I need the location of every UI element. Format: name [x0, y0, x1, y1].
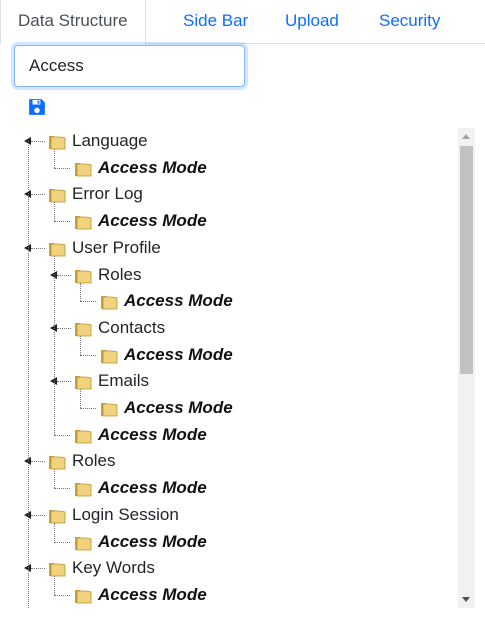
folder-icon	[74, 267, 92, 284]
tree-connector	[80, 354, 96, 356]
tree-node-label: Contacts	[98, 317, 166, 337]
tree-connector	[31, 514, 45, 516]
tree-node-label: Roles	[72, 451, 116, 471]
tree-connector	[57, 274, 71, 276]
folder-icon	[48, 453, 66, 470]
tree-connector	[54, 541, 70, 543]
tree-connector	[54, 594, 70, 596]
tree-node-label: Key Words	[72, 558, 155, 578]
scroll-up-arrow-icon[interactable]	[462, 134, 470, 139]
tab-data-structure[interactable]: Data Structure	[0, 0, 146, 45]
tree-connector	[31, 568, 45, 570]
tab-security[interactable]: Security	[362, 0, 457, 44]
tree-node-label: Access Mode	[124, 344, 233, 364]
tree-connector	[54, 469, 55, 489]
folder-icon	[48, 507, 66, 524]
scrollbar-thumb[interactable]	[460, 146, 473, 374]
tree-node-label: Login Session	[72, 504, 179, 524]
folder-icon	[48, 240, 66, 257]
tree-connector	[54, 202, 55, 222]
folder-icon	[74, 213, 92, 230]
folder-icon	[74, 373, 92, 390]
tree-scrollbar[interactable]	[458, 128, 475, 608]
tree-connector	[54, 434, 70, 436]
tree-connector	[31, 247, 45, 249]
folder-icon	[100, 400, 118, 417]
tree-connector	[31, 141, 45, 142]
tree-connector	[54, 167, 70, 169]
tree-connector	[54, 488, 70, 490]
tree-node-label: Access Mode	[98, 478, 207, 498]
tree-connector	[80, 282, 81, 302]
tree-connector	[57, 381, 71, 383]
tree-node-label: Language	[72, 131, 148, 150]
folder-icon	[48, 133, 66, 150]
tree-connector	[54, 522, 55, 542]
tree-node-label: Access Mode	[98, 531, 207, 551]
tree-node-label: Access Mode	[124, 398, 233, 417]
folder-icon	[74, 320, 92, 337]
tree-connector	[31, 194, 45, 196]
tree-node-label: Access Mode	[124, 291, 233, 311]
tree-node-label: Access Mode	[98, 211, 207, 231]
tree-connector	[80, 389, 81, 408]
tree-connector	[80, 335, 81, 355]
tab-side-bar[interactable]: Side Bar	[166, 0, 265, 44]
tree-node-label: Roles	[98, 264, 142, 284]
tree-connector	[54, 221, 70, 223]
folder-icon	[48, 186, 66, 203]
data-structure-tree: Language Access Mode Error Log Access Mode U…	[14, 128, 474, 608]
tab-upload[interactable]: Upload	[268, 0, 356, 44]
tree-node-label: Access Mode	[98, 424, 207, 444]
folder-icon	[74, 534, 92, 551]
tree-node-label: Access Mode	[98, 157, 207, 177]
folder-icon	[74, 587, 92, 604]
scroll-down-arrow-icon[interactable]	[462, 597, 470, 602]
tab-bar: Data Structure Side Bar Upload Security	[0, 0, 485, 45]
tree-connector	[28, 141, 29, 608]
tree-connector	[80, 301, 96, 303]
folder-icon	[100, 347, 118, 364]
folder-icon	[100, 293, 118, 310]
folder-icon	[48, 560, 66, 577]
folder-icon	[74, 427, 92, 444]
folder-icon	[74, 160, 92, 177]
tree-connector	[54, 255, 55, 435]
tree-node-label: User Profile	[72, 237, 161, 257]
tree-connector	[54, 576, 55, 595]
search-input[interactable]	[14, 45, 245, 87]
tree-node-label: Emails	[98, 371, 150, 391]
tree-connector	[31, 461, 45, 463]
tree-node-label: Error Log	[72, 184, 143, 204]
tree-connector	[54, 149, 55, 168]
save-icon[interactable]	[28, 98, 46, 116]
tree-node-label: Access Mode	[98, 584, 207, 604]
tree-connector	[57, 327, 71, 329]
folder-icon	[74, 480, 92, 497]
tree-connector	[80, 408, 96, 409]
